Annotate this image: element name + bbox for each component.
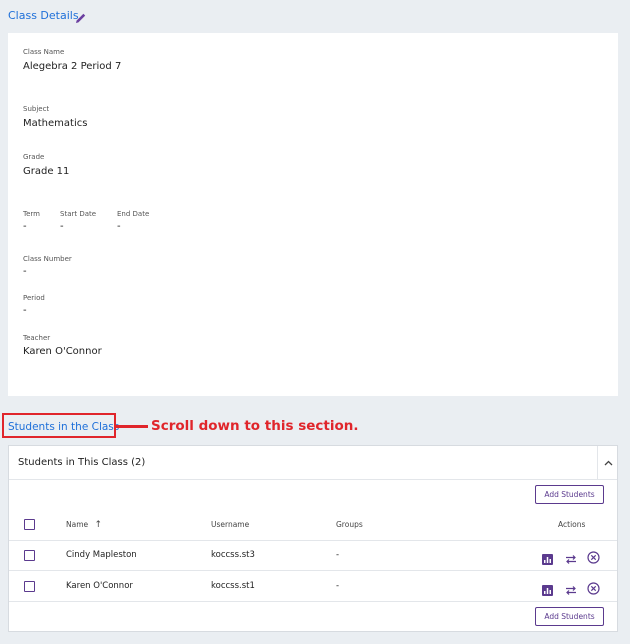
student-name: Karen O'Connor	[66, 581, 133, 591]
student-name: Cindy Mapleston	[66, 550, 137, 560]
class-details-link[interactable]: Class Details	[8, 9, 79, 22]
transfer-arrows-icon[interactable]	[565, 550, 577, 569]
class-number-value: -	[23, 266, 27, 277]
term-label: Term	[23, 210, 40, 218]
add-students-button-bottom[interactable]: Add Students	[535, 607, 604, 626]
add-students-button-top[interactable]: Add Students	[535, 485, 604, 504]
column-header-actions: Actions	[558, 520, 586, 529]
select-all-checkbox[interactable]	[24, 519, 35, 530]
grade-value: Grade 11	[23, 166, 70, 177]
class-name-label: Class Name	[23, 48, 65, 56]
annotation-connector-line	[116, 425, 148, 428]
annotation-highlight-box	[2, 413, 116, 438]
report-chart-icon[interactable]	[542, 581, 553, 600]
row-divider	[9, 570, 617, 571]
column-header-username: Username	[211, 520, 250, 529]
end-date-label: End Date	[117, 210, 150, 218]
remove-circle-x-icon[interactable]	[587, 549, 600, 568]
start-date-label: Start Date	[60, 210, 97, 218]
remove-circle-x-icon[interactable]	[587, 580, 600, 599]
student-username: koccss.st3	[211, 550, 255, 560]
panel-header-divider	[9, 479, 617, 480]
subject-value: Mathematics	[23, 118, 88, 129]
grade-label: Grade	[23, 153, 45, 161]
row-checkbox[interactable]	[24, 550, 35, 561]
table-header-divider	[9, 540, 617, 541]
name-header-label: Name	[66, 520, 89, 529]
period-label: Period	[23, 294, 45, 302]
teacher-label: Teacher	[23, 334, 51, 342]
period-value: -	[23, 305, 27, 316]
class-details-card: Class Name Alegebra 2 Period 7 Subject M…	[8, 33, 618, 396]
student-groups: -	[336, 581, 340, 591]
column-header-groups: Groups	[336, 520, 363, 529]
student-username: koccss.st1	[211, 581, 255, 591]
subject-label: Subject	[23, 105, 50, 113]
class-name-value: Alegebra 2 Period 7	[23, 61, 122, 72]
report-chart-icon[interactable]	[542, 550, 553, 569]
teacher-value: Karen O'Connor	[23, 346, 102, 357]
student-groups: -	[336, 550, 340, 560]
row-checkbox[interactable]	[24, 581, 35, 592]
class-number-label: Class Number	[23, 255, 72, 263]
edit-pencil-icon[interactable]	[75, 9, 87, 28]
end-date-value: -	[117, 221, 121, 232]
term-value: -	[23, 221, 27, 232]
column-header-name[interactable]: Name ↑	[66, 520, 102, 530]
start-date-value: -	[60, 221, 64, 232]
panel-title: Students in This Class (2)	[18, 457, 146, 468]
row-divider	[9, 601, 617, 602]
sort-arrow-up-icon[interactable]: ↑	[95, 520, 103, 530]
students-panel: Students in This Class (2) Add Students …	[8, 445, 618, 632]
annotation-text: Scroll down to this section.	[151, 418, 359, 434]
transfer-arrows-icon[interactable]	[565, 581, 577, 600]
collapse-chevron-icon[interactable]	[597, 446, 618, 479]
